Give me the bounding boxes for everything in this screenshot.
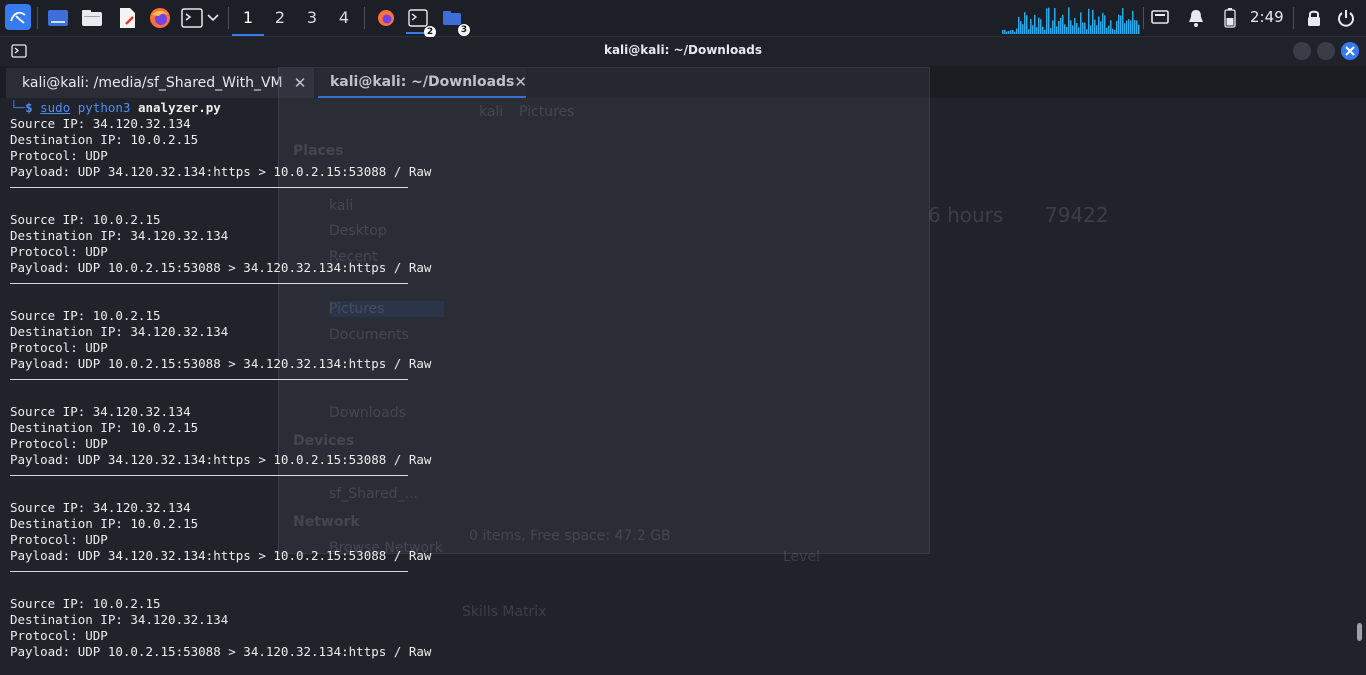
terminal-output[interactable]: └─$ sudo python3 analyzer.py Source IP: … [0, 98, 1366, 673]
workspace-2[interactable]: 2 [264, 0, 296, 34]
workspace-1[interactable]: 1 [232, 0, 264, 36]
packet-destination: Destination IP: 34.120.32.134 [10, 612, 229, 627]
cpu-graph [1002, 7, 1140, 34]
kali-menu-icon[interactable] [5, 4, 31, 30]
packet-source: Source IP: 10.0.2.15 [10, 308, 161, 323]
packet-payload: Payload: UDP 34.120.32.134:https > 10.0.… [10, 164, 432, 179]
packet-divider [10, 283, 408, 284]
packet-payload: Payload: UDP 10.0.2.15:53088 > 34.120.32… [10, 260, 432, 275]
command-python: python3 [77, 100, 131, 115]
packet-source: Source IP: 34.120.32.134 [10, 404, 191, 419]
terminal-scrollbar[interactable] [1357, 623, 1362, 641]
taskbar: 1 2 3 4 2 3 2:49 [0, 0, 1366, 38]
terminal-launcher-icon[interactable] [180, 6, 204, 30]
show-desktop-icon[interactable] [46, 6, 70, 30]
workspace-4[interactable]: 4 [328, 0, 360, 34]
display-icon[interactable] [1148, 6, 1172, 30]
packet-source: Source IP: 34.120.32.134 [10, 116, 191, 131]
packet-divider [10, 571, 408, 572]
file-manager-icon[interactable] [80, 6, 104, 30]
files-window-count: 3 [458, 24, 470, 36]
chevron-down-icon[interactable] [203, 6, 223, 30]
command-sudo: sudo [40, 100, 71, 115]
packet-payload: Payload: UDP 34.120.32.134:https > 10.0.… [10, 452, 432, 467]
packet-source: Source IP: 10.0.2.15 [10, 212, 161, 227]
packet-divider [10, 475, 408, 476]
lock-screen-icon[interactable] [1302, 6, 1326, 30]
packet-payload: Payload: UDP 10.0.2.15:53088 > 34.120.32… [10, 644, 432, 659]
packet-payload: Payload: UDP 34.120.32.134:https > 10.0.… [10, 548, 432, 563]
tab-shared-vm[interactable]: kali@kali: /media/sf_Shared_With_VM ✕ [6, 68, 314, 98]
prompt-line: └─$ sudo python3 analyzer.py [10, 100, 221, 116]
packet-destination: Destination IP: 10.0.2.15 [10, 132, 199, 147]
packet-protocol: Protocol: UDP [10, 436, 108, 451]
packet-protocol: Protocol: UDP [10, 148, 108, 163]
tab-label: kali@kali: /media/sf_Shared_With_VM [22, 75, 283, 91]
packet-protocol: Protocol: UDP [10, 340, 108, 355]
prompt-corner: └─ [10, 100, 26, 115]
minimize-button[interactable] [1293, 42, 1311, 60]
packet-protocol: Protocol: UDP [10, 244, 108, 259]
notification-bell-icon[interactable] [1184, 6, 1208, 30]
clock[interactable]: 2:49 [1250, 8, 1284, 26]
close-button[interactable] [1341, 42, 1359, 60]
prompt-symbol: $ [25, 100, 33, 115]
packet-destination: Destination IP: 10.0.2.15 [10, 516, 199, 531]
files-task-icon[interactable]: 3 [440, 6, 470, 36]
terminal-task-icon[interactable]: 2 [406, 4, 436, 38]
packet-payload: Payload: UDP 10.0.2.15:53088 > 34.120.32… [10, 356, 432, 371]
packet-divider [10, 379, 408, 380]
packet-source: Source IP: 10.0.2.15 [10, 596, 161, 611]
packet-divider [10, 187, 408, 188]
text-editor-icon[interactable] [115, 6, 139, 30]
battery-icon[interactable] [1218, 6, 1242, 30]
packet-protocol: Protocol: UDP [10, 532, 108, 547]
packet-destination: Destination IP: 34.120.32.134 [10, 228, 229, 243]
terminal-window: kali@kali: ~/Downloads kali@kali: /media… [0, 37, 1366, 675]
packet-source: Source IP: 34.120.32.134 [10, 500, 191, 515]
firefox-icon[interactable] [148, 6, 172, 30]
workspace-3[interactable]: 3 [296, 0, 328, 34]
command-script: analyzer.py [137, 100, 221, 115]
maximize-button[interactable] [1317, 42, 1335, 60]
packet-destination: Destination IP: 10.0.2.15 [10, 420, 199, 435]
packet-protocol: Protocol: UDP [10, 628, 108, 643]
window-title: kali@kali: ~/Downloads [603, 43, 763, 57]
firefox-task-icon[interactable] [374, 6, 398, 30]
power-icon[interactable] [1334, 6, 1358, 30]
packet-destination: Destination IP: 34.120.32.134 [10, 324, 229, 339]
window-titlebar[interactable]: kali@kali: ~/Downloads [0, 37, 1366, 65]
